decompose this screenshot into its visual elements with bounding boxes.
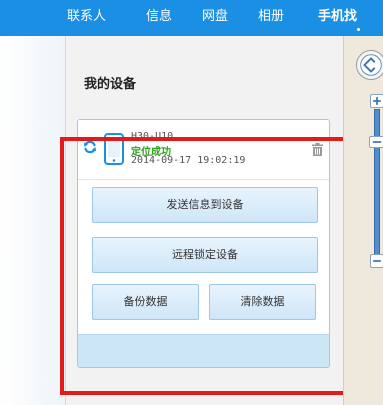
remote-lock-button[interactable]: 远程锁定设备 <box>92 237 318 273</box>
top-navigation: 联系人 信息 网盘 相册 手机找 <box>0 0 383 36</box>
panel-title: 我的设备 <box>84 77 137 92</box>
zoom-slider-track[interactable] <box>374 109 380 257</box>
nav-item-find-phone[interactable]: 手机找 <box>318 0 357 36</box>
nav-item-albums[interactable]: 相册 <box>258 0 284 36</box>
refresh-icon[interactable] <box>83 140 97 154</box>
active-tab-indicator <box>357 28 360 31</box>
nav-item-cloud-drive[interactable]: 网盘 <box>202 0 228 36</box>
device-header: H30-U10 定位成功 2014-09-17 19:02:19 <box>78 120 329 180</box>
trash-icon[interactable] <box>312 143 323 156</box>
map-pan-icon[interactable] <box>356 50 383 80</box>
nav-item-messages[interactable]: 信息 <box>146 0 172 36</box>
backup-button[interactable]: 备份数据 <box>92 284 199 320</box>
device-card: H30-U10 定位成功 2014-09-17 19:02:19 发送信息到设备… <box>77 119 330 368</box>
phone-icon <box>104 133 124 165</box>
device-panel: 我的设备 H30-U10 定位成功 2014-09-17 19:02:19 发送… <box>65 36 343 405</box>
send-message-button[interactable]: 发送信息到设备 <box>92 187 318 223</box>
minus-icon[interactable] <box>370 254 383 268</box>
erase-button[interactable]: 清除数据 <box>209 284 316 320</box>
device-actions: 发送信息到设备 远程锁定设备 备份数据 清除数据 <box>78 181 329 334</box>
map-area[interactable] <box>343 36 383 405</box>
device-timestamp: 2014-09-17 19:02:19 <box>131 155 246 166</box>
left-background <box>0 36 65 405</box>
device-name: H30-U10 <box>131 131 174 142</box>
plus-icon[interactable] <box>370 94 383 108</box>
zoom-slider-handle[interactable] <box>369 136 383 148</box>
nav-item-contacts[interactable]: 联系人 <box>67 0 106 36</box>
card-footer <box>78 334 329 367</box>
